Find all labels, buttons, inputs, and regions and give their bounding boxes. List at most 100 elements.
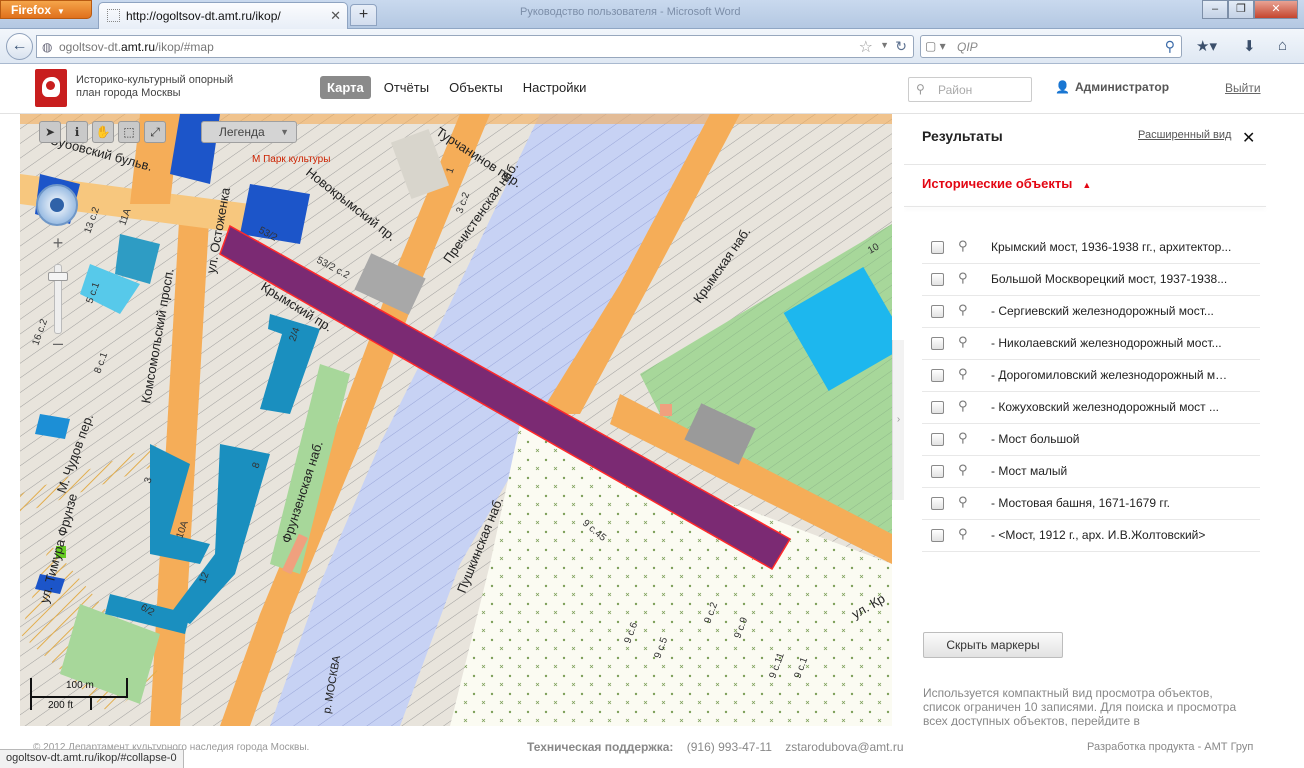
item-label[interactable]: - Николаевский железнодорожный мост... <box>991 336 1233 350</box>
item-checkbox[interactable] <box>931 241 944 254</box>
list-item: ⚲ - Мост малый <box>922 456 1260 488</box>
item-label[interactable]: - Мостовая башня, 1671-1679 гг. <box>991 496 1233 510</box>
main-nav: Карта Отчёты Объекты Настройки <box>320 76 599 99</box>
item-label[interactable]: - Мост большой <box>991 432 1233 446</box>
back-button[interactable]: ← <box>6 33 33 60</box>
reload-icon[interactable]: ↻ <box>895 38 907 55</box>
firefox-menu-label: Firefox <box>11 3 52 17</box>
fullscreen-tool-button[interactable]: ⤢ <box>144 121 166 143</box>
item-checkbox[interactable] <box>931 465 944 478</box>
tab-title: http://ogoltsov-dt.amt.ru/ikop/ <box>126 9 281 23</box>
section-title: Исторические объекты <box>922 176 1073 191</box>
zoom-to-icon[interactable]: ⚲ <box>958 366 968 382</box>
globe-icon: ◍ <box>42 40 53 54</box>
zoom-to-icon[interactable]: ⚲ <box>958 238 968 254</box>
zoom-to-icon[interactable]: ⚲ <box>958 270 968 286</box>
item-label[interactable]: - Кожуховский железнодорожный мост ... <box>991 400 1233 414</box>
select-tool-button[interactable]: ➤ <box>39 121 61 143</box>
item-checkbox[interactable] <box>931 497 944 510</box>
list-item: ⚲ - Мост большой <box>922 424 1260 456</box>
user-menu[interactable]: 👤 Администратор <box>1055 80 1169 94</box>
divider <box>904 164 1266 165</box>
legend-dropdown[interactable]: Легенда ▼ <box>201 121 297 143</box>
item-label[interactable]: Большой Москворецкий мост, 1937-1938... <box>991 272 1233 286</box>
item-label[interactable]: Крымский мост, 1936-1938 гг., архитектор… <box>991 240 1233 254</box>
nav-map[interactable]: Карта <box>320 76 371 99</box>
support-label: Техническая поддержка: <box>527 740 674 754</box>
item-checkbox[interactable] <box>931 401 944 414</box>
item-checkbox[interactable] <box>931 305 944 318</box>
zoom-out-button[interactable]: – <box>48 334 68 354</box>
search-engine-icon[interactable]: ▢ ▾ <box>925 39 946 53</box>
zoom-to-icon[interactable]: ⚲ <box>958 462 968 478</box>
zoom-to-icon[interactable]: ⚲ <box>958 334 968 350</box>
minimize-button[interactable]: – <box>1202 0 1228 19</box>
moscow-coat-of-arms-logo[interactable] <box>35 69 67 107</box>
browser-search-bar[interactable]: ▢ ▾ QIP ⚲ <box>920 35 1182 58</box>
item-checkbox[interactable] <box>931 529 944 542</box>
download-icon[interactable]: ⬇ <box>1243 37 1256 55</box>
item-checkbox[interactable] <box>931 337 944 350</box>
item-label[interactable]: - <Мост, 1912 г., арх. И.В.Жолтовский> <box>991 528 1233 542</box>
new-tab-button[interactable]: + <box>350 4 377 26</box>
home-icon[interactable]: ⌂ <box>1278 37 1287 54</box>
item-checkbox[interactable] <box>931 433 944 446</box>
user-icon: 👤 <box>1055 80 1070 94</box>
support-info: Техническая поддержка: (916) 993-47-11 z… <box>527 740 904 754</box>
url-history-dropdown-icon[interactable]: ▼ <box>880 40 889 50</box>
address-bar[interactable]: ◍ ogoltsov-dt.amt.ru/ikop/#map ☆ ▼ ↻ <box>36 35 914 58</box>
page-footer: © 2012 Департамент культурного наследия … <box>0 726 1304 768</box>
bookmarks-menu-icon[interactable]: ★▾ <box>1196 37 1217 55</box>
app-title-line-2: план города Москвы <box>76 87 181 99</box>
zoom-to-icon[interactable]: ⚲ <box>958 526 968 542</box>
zoom-box-tool-button[interactable]: ⬚ <box>118 121 140 143</box>
close-window-button[interactable]: ✕ <box>1254 0 1298 19</box>
bookmark-star-icon[interactable]: ☆ <box>859 37 873 57</box>
zoom-in-button[interactable]: + <box>48 234 68 254</box>
caret-up-icon: ▲ <box>1082 180 1092 190</box>
map-canvas[interactable]: Турчанинов пер. Пречистенская наб. Новок… <box>20 114 892 726</box>
list-item: ⚲ - Дорогомиловский железнодорожный мост.… <box>922 360 1260 392</box>
nav-reports[interactable]: Отчёты <box>377 76 436 99</box>
search-icon[interactable]: ⚲ <box>1165 38 1175 55</box>
district-search-input[interactable]: ⚲ Район <box>908 77 1032 102</box>
scale-label-m: 100 m <box>66 680 94 691</box>
browser-tab[interactable]: http://ogoltsov-dt.amt.ru/ikop/ ✕ <box>98 2 348 29</box>
list-item: ⚲ - <Мост, 1912 г., арх. И.В.Жолтовский> <box>922 520 1260 552</box>
browser-nav-bar: ← ◍ ogoltsov-dt.amt.ru/ikop/#map ☆ ▼ ↻ ▢… <box>0 29 1304 64</box>
logout-link[interactable]: Выйти <box>1225 81 1261 95</box>
item-label[interactable]: - Дорогомиловский железнодорожный мост..… <box>991 368 1233 382</box>
support-email[interactable]: zstarodubova@amt.ru <box>785 740 903 754</box>
zoom-slider-handle[interactable] <box>48 272 68 281</box>
search-icon: ⚲ <box>916 82 925 96</box>
item-label[interactable]: - Мост малый <box>991 464 1233 478</box>
nav-objects[interactable]: Объекты <box>442 76 510 99</box>
list-item: ⚲ - Николаевский железнодорожный мост... <box>922 328 1260 360</box>
nav-settings[interactable]: Настройки <box>516 76 594 99</box>
close-icon[interactable]: ✕ <box>1242 128 1255 148</box>
extended-view-link[interactable]: Расширенный вид <box>1138 129 1231 141</box>
item-checkbox[interactable] <box>931 273 944 286</box>
firefox-menu-button[interactable]: Firefox ▼ <box>0 0 92 19</box>
zoom-to-icon[interactable]: ⚲ <box>958 398 968 414</box>
restore-button[interactable]: ❐ <box>1228 0 1254 19</box>
close-tab-icon[interactable]: ✕ <box>330 8 341 24</box>
zoom-to-icon[interactable]: ⚲ <box>958 430 968 446</box>
info-tool-button[interactable]: ℹ <box>66 121 88 143</box>
item-checkbox[interactable] <box>931 369 944 382</box>
app-title: Историко-культурный опорный план города … <box>76 74 256 100</box>
hide-markers-button[interactable]: Скрыть маркеры <box>923 632 1063 658</box>
map-svg: Турчанинов пер. Пречистенская наб. Новок… <box>20 114 892 726</box>
window-controls: – ❐ ✕ <box>1202 0 1298 19</box>
panel-collapse-handle[interactable]: › <box>892 340 904 500</box>
zoom-to-icon[interactable]: ⚲ <box>958 494 968 510</box>
section-historical-objects[interactable]: Исторические объекты ▲ <box>922 176 1091 191</box>
zoom-to-icon[interactable]: ⚲ <box>958 302 968 318</box>
pan-control[interactable] <box>36 184 78 226</box>
results-title: Результаты <box>922 128 1003 144</box>
pan-hand-tool-button[interactable]: ✋ <box>92 121 114 143</box>
item-label[interactable]: - Сергиевский железнодорожный мост... <box>991 304 1233 318</box>
app-header: Историко-культурный опорный план города … <box>0 64 1304 114</box>
list-item: ⚲ Большой Москворецкий мост, 1937-1938... <box>922 264 1260 296</box>
list-item: ⚲ - Сергиевский железнодорожный мост... <box>922 296 1260 328</box>
